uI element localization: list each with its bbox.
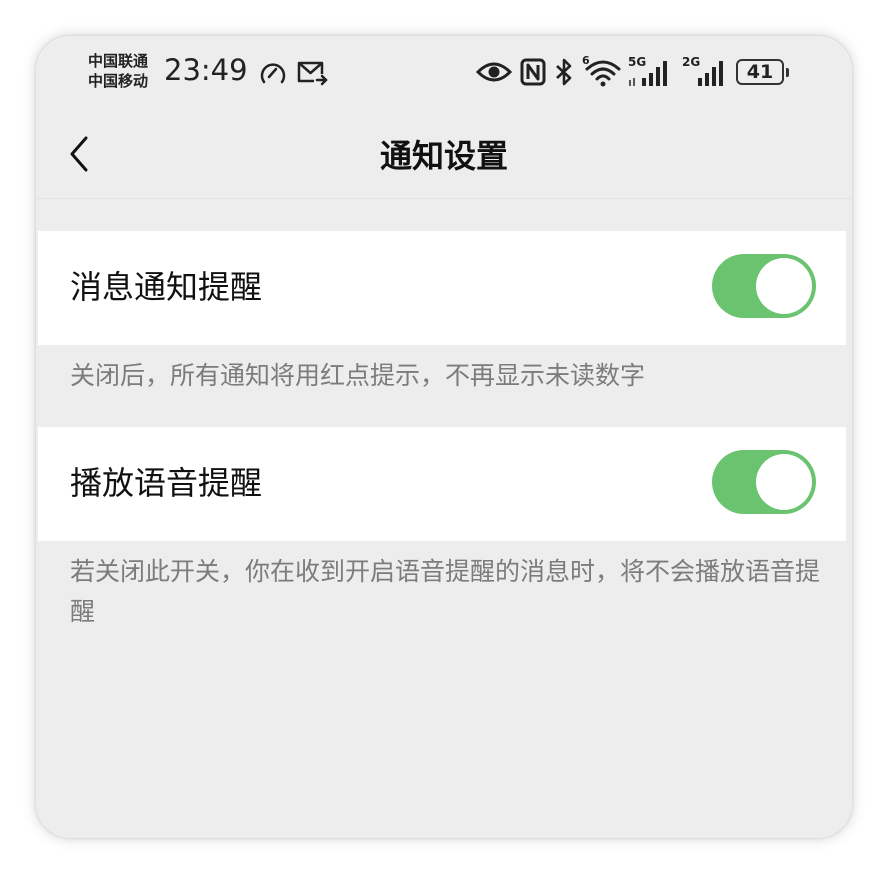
status-time: 23:49	[164, 53, 248, 87]
nfc-icon	[520, 58, 546, 86]
toggle-knob	[756, 258, 812, 314]
message-notification-toggle[interactable]	[712, 254, 816, 318]
toggle-knob	[756, 454, 812, 510]
page-title: 通知设置	[379, 137, 508, 175]
setting-row-voice-reminder: 播放语音提醒	[38, 427, 846, 541]
setting-row-message-notification: 消息通知提醒	[38, 231, 846, 345]
carrier-1: 中国联通	[88, 52, 149, 70]
signal-5g-icon	[629, 61, 667, 86]
setting-hint-message-notification: 关闭后，所有通知将用红点提示，不再显示未读数字	[70, 361, 646, 390]
speed-gauge-icon	[260, 63, 286, 84]
header-divider	[36, 198, 852, 199]
signal-2g-icon	[698, 61, 723, 86]
carrier-2: 中国移动	[88, 72, 149, 90]
navigation-bar: 通知设置	[36, 112, 852, 198]
setting-hint-voice-reminder: 若关闭此开关，你在收到开启语音提醒的消息时，将不会播放语音提醒	[70, 557, 821, 626]
eye-icon	[476, 62, 512, 82]
bluetooth-icon	[556, 58, 572, 86]
carrier-labels: 中国联通 中国移动	[88, 51, 148, 91]
status-bar: 中国联通 中国移动 23:49 6 5G 2G 41	[36, 36, 852, 112]
setting-label-voice-reminder: 播放语音提醒	[70, 464, 263, 502]
setting-label-message-notification: 消息通知提醒	[70, 268, 263, 306]
message-icon	[297, 61, 328, 86]
phone-screen: 中国联通 中国移动 23:49 6 5G 2G 41 通知设置 消息通知提醒 关…	[36, 36, 852, 838]
voice-reminder-toggle[interactable]	[712, 450, 816, 514]
wifi-icon	[585, 60, 621, 87]
battery-indicator: 41	[736, 59, 789, 85]
